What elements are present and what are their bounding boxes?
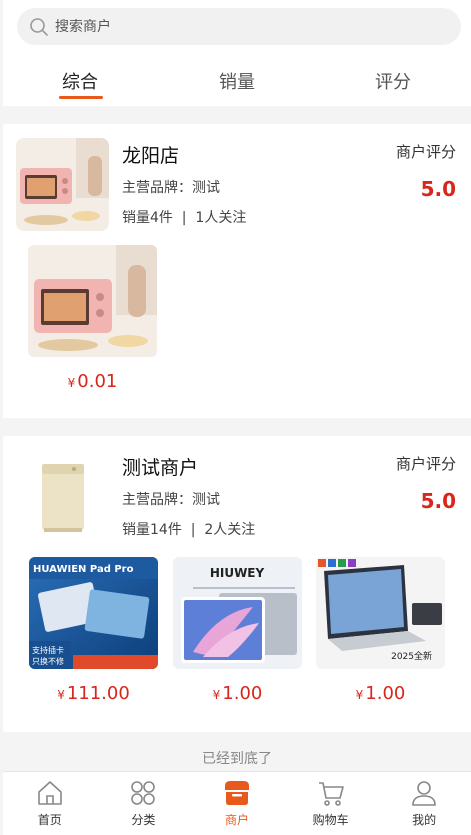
rating-label: 商户评分 bbox=[395, 143, 456, 161]
product-price: ¥111.00 bbox=[57, 683, 130, 704]
merchant-icon bbox=[224, 781, 249, 805]
tab-sales[interactable]: 销量 bbox=[219, 68, 255, 94]
tabbar-label: 首页 bbox=[37, 813, 62, 827]
product-price: ¥0.01 bbox=[67, 371, 118, 392]
tab-active-indicator bbox=[59, 96, 103, 99]
merchant-stats: 销量4件 | 1人关注 bbox=[122, 210, 247, 226]
tabbar-label: 分类 bbox=[131, 813, 156, 827]
home-icon bbox=[37, 781, 62, 805]
tabbar-label: 我的 bbox=[412, 813, 437, 827]
product-price: ¥1.00 bbox=[355, 683, 406, 704]
merchant-stats: 销量14件 | 2人关注 bbox=[122, 522, 256, 538]
tab-overall[interactable]: 综合 bbox=[62, 68, 98, 94]
product-item[interactable]: HUAWIEN Pad Pro 支持插卡 只换不修 ¥111.00 bbox=[29, 557, 158, 704]
user-icon bbox=[412, 781, 436, 806]
tab-rating[interactable]: 评分 bbox=[375, 68, 411, 94]
merchant-card[interactable]: 测试商户 主营品牌：测试 销量14件 | 2人关注 商户评分 5.0 HUAWI… bbox=[3, 436, 471, 732]
end-of-list-text: 已经到底了 bbox=[202, 751, 272, 767]
svg-text:2025全新: 2025全新 bbox=[391, 650, 432, 662]
tabbar-item-cart[interactable]: 购物车 bbox=[284, 772, 378, 835]
rating-value: 5.0 bbox=[420, 489, 456, 513]
merchant-brand: 主营品牌：测试 bbox=[122, 492, 220, 508]
category-icon bbox=[131, 781, 156, 805]
tabbar-item-me[interactable]: 我的 bbox=[377, 772, 471, 835]
product-item[interactable]: ¥0.01 bbox=[28, 245, 157, 392]
product-image[interactable]: 2025全新 bbox=[316, 557, 445, 669]
tabbar-item-merchant[interactable]: 商户 bbox=[190, 772, 284, 835]
product-item[interactable]: 2025全新 ¥1.00 bbox=[316, 557, 445, 704]
svg-text:只换不修: 只换不修 bbox=[32, 656, 64, 666]
sort-tabs: 综合 销量 评分 bbox=[3, 66, 471, 106]
product-image[interactable]: HIUWEY bbox=[173, 557, 302, 669]
header: 综合 销量 评分 bbox=[3, 0, 471, 106]
merchant-name: 龙阳店 bbox=[122, 145, 180, 167]
merchant-logo[interactable] bbox=[16, 138, 109, 231]
page: 综合 销量 评分 龙阳店 主营品牌：测试 销量4件 | 1人关注 商 bbox=[3, 0, 471, 835]
svg-text:HUAWIEN Pad Pro: HUAWIEN Pad Pro bbox=[33, 564, 134, 575]
merchant-card[interactable]: 龙阳店 主营品牌：测试 销量4件 | 1人关注 商户评分 5.0 ¥ 0.01 bbox=[3, 124, 471, 418]
merchant-name: 测试商户 bbox=[122, 457, 199, 479]
search-input[interactable] bbox=[55, 18, 435, 35]
svg-text:支持插卡: 支持插卡 bbox=[32, 645, 64, 655]
merchant-logo[interactable] bbox=[16, 450, 109, 543]
tabbar-label: 商户 bbox=[224, 813, 249, 827]
tabbar-item-home[interactable]: 首页 bbox=[3, 772, 97, 835]
rating-label: 商户评分 bbox=[395, 455, 456, 473]
search-icon bbox=[30, 17, 48, 36]
merchant-brand: 主营品牌：测试 bbox=[122, 180, 220, 196]
product-image[interactable]: HUAWIEN Pad Pro 支持插卡 只换不修 bbox=[29, 557, 158, 669]
tabbar-label: 购物车 bbox=[312, 813, 349, 827]
rating-value: 5.0 bbox=[420, 177, 456, 201]
search-bar[interactable] bbox=[17, 8, 461, 45]
bottom-tabbar: 首页 分类 商户 购物车 我的 bbox=[3, 771, 471, 835]
product-image[interactable] bbox=[28, 245, 157, 357]
product-price: ¥1.00 bbox=[212, 683, 263, 704]
svg-text:HIUWEY: HIUWEY bbox=[210, 566, 265, 580]
tabbar-item-category[interactable]: 分类 bbox=[97, 772, 191, 835]
product-item[interactable]: HIUWEY ¥1.00 bbox=[173, 557, 302, 704]
cart-icon bbox=[318, 782, 344, 806]
